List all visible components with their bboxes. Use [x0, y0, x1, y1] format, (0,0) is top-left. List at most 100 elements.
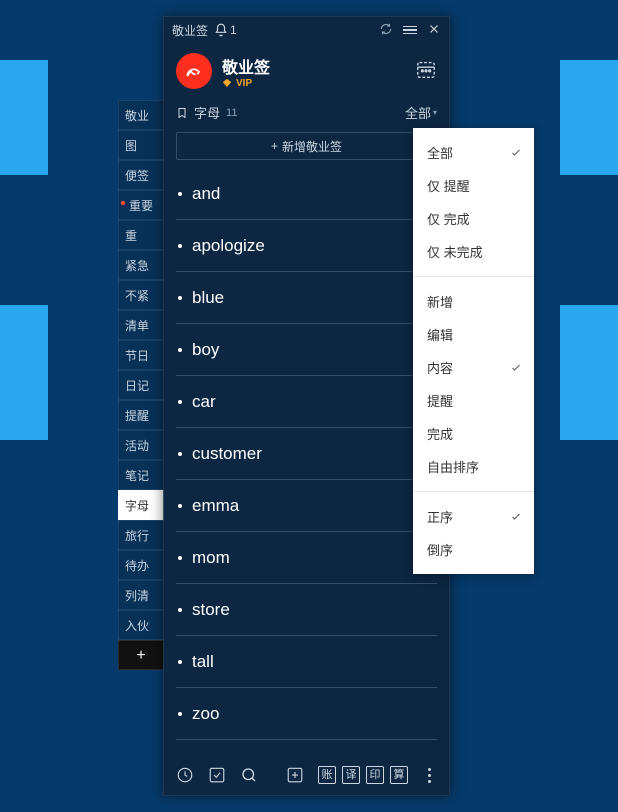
tool-buttons: 账译印算: [318, 766, 408, 784]
sidebar-item[interactable]: 待办: [118, 550, 164, 580]
notification-count: 1: [230, 23, 237, 37]
vip-badge: VIP: [222, 78, 270, 89]
note-item[interactable]: zoo: [176, 688, 437, 740]
more-icon[interactable]: [422, 766, 437, 784]
sidebar-item[interactable]: 不紧: [118, 280, 164, 310]
add-note-button[interactable]: + 新增敬业签: [176, 132, 437, 160]
search-icon[interactable]: [240, 766, 258, 784]
dropdown-item-label: 仅 提醒: [427, 176, 470, 195]
sidebar-item[interactable]: 活动: [118, 430, 164, 460]
dropdown-item[interactable]: 全部: [413, 136, 534, 169]
check-icon: [510, 511, 522, 523]
dropdown-item[interactable]: 编辑: [413, 318, 534, 351]
bullet-icon: [178, 400, 182, 404]
app-logo: [176, 53, 212, 89]
sidebar-item[interactable]: 重: [118, 220, 164, 250]
sync-icon[interactable]: [379, 22, 393, 39]
sidebar-item[interactable]: 紧急: [118, 250, 164, 280]
dropdown-item-label: 倒序: [427, 540, 453, 559]
bullet-icon: [178, 244, 182, 248]
dropdown-item[interactable]: 完成: [413, 417, 534, 450]
sidebar-item[interactable]: 提醒: [118, 400, 164, 430]
bullet-icon: [178, 504, 182, 508]
app-window: 敬业签 1 敬业签 VIP: [163, 16, 450, 796]
bottom-bar: 账译印算: [164, 755, 449, 795]
note-text: boy: [192, 340, 219, 360]
dropdown-item-label: 正序: [427, 507, 453, 526]
note-text: zoo: [192, 704, 219, 724]
bullet-icon: [178, 296, 182, 300]
sidebar-item[interactable]: 笔记: [118, 460, 164, 490]
note-item[interactable]: apologize: [176, 220, 437, 272]
sidebar-item[interactable]: 日记: [118, 370, 164, 400]
dropdown-item[interactable]: 仅 未完成: [413, 235, 534, 268]
dropdown-item[interactable]: 内容: [413, 351, 534, 384]
sidebar-add-button[interactable]: +: [118, 640, 164, 670]
dropdown-item-label: 提醒: [427, 391, 453, 410]
list-header: 字母 11 全部 ▾: [164, 95, 449, 126]
done-icon[interactable]: [208, 766, 226, 784]
note-item[interactable]: and: [176, 168, 437, 220]
tool-button[interactable]: 印: [366, 766, 384, 784]
tool-button[interactable]: 算: [390, 766, 408, 784]
note-text: mom: [192, 548, 230, 568]
close-icon[interactable]: [427, 22, 441, 39]
note-item[interactable]: blue: [176, 272, 437, 324]
bullet-icon: [178, 608, 182, 612]
sidebar-item[interactable]: 敬业: [118, 100, 164, 130]
dropdown-item-label: 全部: [427, 143, 453, 162]
dropdown-item[interactable]: 新增: [413, 285, 534, 318]
note-item[interactable]: customer: [176, 428, 437, 480]
brand-row: 敬业签 VIP: [164, 43, 449, 95]
note-text: and: [192, 184, 220, 204]
note-text: emma: [192, 496, 239, 516]
dropdown-item[interactable]: 自由排序: [413, 450, 534, 483]
note-item[interactable]: mom: [176, 532, 437, 584]
sidebar-item[interactable]: 旅行: [118, 520, 164, 550]
dropdown-item[interactable]: 仅 完成: [413, 202, 534, 235]
menu-icon[interactable]: [403, 26, 417, 35]
dropdown-item-label: 仅 未完成: [427, 242, 483, 261]
note-text: apologize: [192, 236, 265, 256]
bullet-icon: [178, 556, 182, 560]
filter-label: 全部: [405, 103, 431, 122]
tool-button[interactable]: 译: [342, 766, 360, 784]
dropdown-item[interactable]: 提醒: [413, 384, 534, 417]
sidebar-item[interactable]: 清单: [118, 310, 164, 340]
note-text: tall: [192, 652, 214, 672]
dropdown-item-label: 新增: [427, 292, 453, 311]
note-item[interactable]: car: [176, 376, 437, 428]
dropdown-item[interactable]: 仅 提醒: [413, 169, 534, 202]
bullet-icon: [178, 192, 182, 196]
clock-icon[interactable]: [176, 766, 194, 784]
note-item[interactable]: tall: [176, 636, 437, 688]
sidebar-item[interactable]: 图: [118, 130, 164, 160]
sidebar-item[interactable]: 列清: [118, 580, 164, 610]
tool-button[interactable]: 账: [318, 766, 336, 784]
dropdown-item[interactable]: 正序: [413, 500, 534, 533]
note-item[interactable]: emma: [176, 480, 437, 532]
brand-name: 敬业签: [222, 54, 270, 78]
note-item[interactable]: store: [176, 584, 437, 636]
dropdown-item-label: 自由排序: [427, 457, 479, 476]
sidebar-item[interactable]: 便签: [118, 160, 164, 190]
check-icon: [510, 147, 522, 159]
list-count: 11: [226, 107, 237, 119]
sidebar-item[interactable]: 重要: [118, 190, 164, 220]
filter-button[interactable]: 全部 ▾: [405, 103, 437, 122]
add-note-label: 新增敬业签: [282, 138, 342, 155]
bullet-icon: [178, 712, 182, 716]
note-list: and apologize blue boy car customer emma mom sto…: [164, 162, 449, 755]
dropdown-item[interactable]: 倒序: [413, 533, 534, 566]
add-icon[interactable]: [286, 766, 304, 784]
sidebar-item[interactable]: 入伙: [118, 610, 164, 640]
sidebar-item[interactable]: 字母: [118, 490, 164, 520]
plus-icon: +: [271, 139, 278, 153]
sidebar-item[interactable]: 节日: [118, 340, 164, 370]
calendar-icon[interactable]: [415, 58, 437, 85]
titlebar: 敬业签 1: [164, 17, 449, 43]
notification-bell[interactable]: 1: [214, 23, 237, 37]
bullet-icon: [178, 660, 182, 664]
note-item[interactable]: boy: [176, 324, 437, 376]
note-text: customer: [192, 444, 262, 464]
